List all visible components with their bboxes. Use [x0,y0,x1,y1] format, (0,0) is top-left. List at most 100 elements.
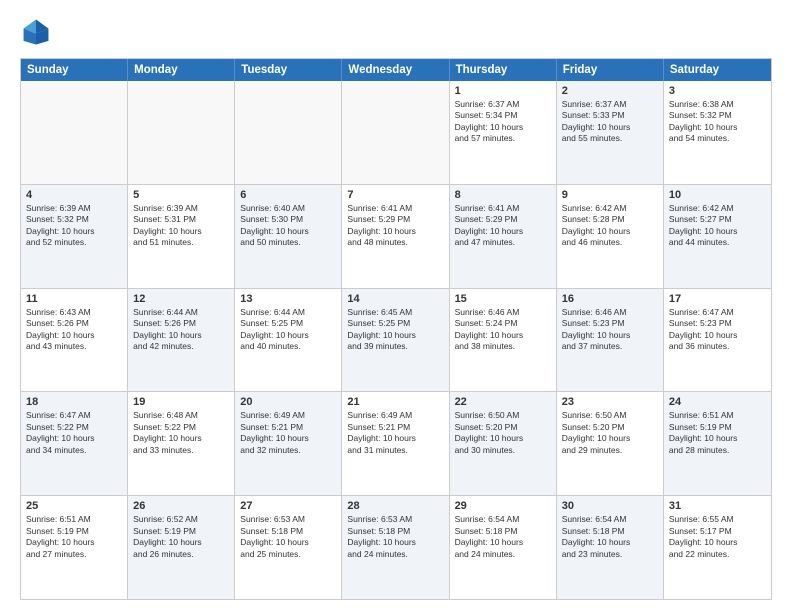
day-number: 18 [26,396,122,408]
day-number: 28 [347,500,443,512]
calendar-cell: 30Sunrise: 6:54 AM Sunset: 5:18 PM Dayli… [557,496,664,599]
day-number: 9 [562,189,658,201]
cell-info: Sunrise: 6:55 AM Sunset: 5:17 PM Dayligh… [669,514,766,560]
cell-info: Sunrise: 6:49 AM Sunset: 5:21 PM Dayligh… [240,410,336,456]
day-number: 19 [133,396,229,408]
header [20,16,772,48]
day-number: 27 [240,500,336,512]
day-number: 3 [669,85,766,97]
calendar-header-cell: Monday [128,59,235,81]
page: SundayMondayTuesdayWednesdayThursdayFrid… [0,0,792,612]
calendar-cell: 31 Sunrise: 6:55 AM Sunset: 5:17 PM Dayli… [664,496,771,599]
cell-info: Sunrise: 6:53 AM Sunset: 5:18 PM Dayligh… [347,514,443,560]
cell-info: Sunrise: 6:42 AM Sunset: 5:27 PM Dayligh… [669,203,766,249]
day-number: 31 [669,500,766,512]
calendar-cell: 15 Sunrise: 6:46 AM Sunset: 5:24 PM Dayli… [450,289,557,392]
calendar-header: SundayMondayTuesdayWednesdayThursdayFrid… [21,59,771,81]
day-number: 24 [669,396,766,408]
day-number: 14 [347,293,443,305]
cell-info: Sunrise: 6:38 AM Sunset: 5:32 PM Dayligh… [669,99,766,145]
cell-info: Sunrise: 6:37 AM Sunset: 5:34 PM Dayligh… [455,99,551,145]
cell-info: Sunrise: 6:48 AM Sunset: 5:22 PM Dayligh… [133,410,229,456]
cell-info: Sunrise: 6:52 AM Sunset: 5:19 PM Dayligh… [133,514,229,560]
day-number: 15 [455,293,551,305]
calendar-cell: 23Sunrise: 6:50 AM Sunset: 5:20 PM Dayli… [557,392,664,495]
cell-info: Sunrise: 6:47 AM Sunset: 5:23 PM Dayligh… [669,307,766,353]
calendar-cell: 3 Sunrise: 6:38 AM Sunset: 5:32 PM Daylig… [664,81,771,184]
calendar-cell: 25 Sunrise: 6:51 AM Sunset: 5:19 PM Dayli… [21,496,128,599]
cell-info: Sunrise: 6:44 AM Sunset: 5:25 PM Dayligh… [240,307,336,353]
day-number: 10 [669,189,766,201]
day-number: 20 [240,396,336,408]
calendar-header-cell: Saturday [664,59,771,81]
calendar-cell: 9 Sunrise: 6:42 AM Sunset: 5:28 PM Daylig… [557,185,664,288]
cell-info: Sunrise: 6:40 AM Sunset: 5:30 PM Dayligh… [240,203,336,249]
day-number: 8 [455,189,551,201]
calendar-cell: 21 Sunrise: 6:49 AM Sunset: 5:21 PM Dayli… [342,392,449,495]
cell-info: Sunrise: 6:47 AM Sunset: 5:22 PM Dayligh… [26,410,122,456]
cell-info: Sunrise: 6:54 AM Sunset: 5:18 PM Dayligh… [455,514,551,560]
day-number: 29 [455,500,551,512]
calendar-cell: 4 Sunrise: 6:39 AM Sunset: 5:32 PM Daylig… [21,185,128,288]
calendar-cell: 2Sunrise: 6:37 AM Sunset: 5:33 PM Daylig… [557,81,664,184]
calendar-cell [235,81,342,184]
day-number: 12 [133,293,229,305]
calendar-cell: 27 Sunrise: 6:53 AM Sunset: 5:18 PM Dayli… [235,496,342,599]
calendar-cell: 26Sunrise: 6:52 AM Sunset: 5:19 PM Dayli… [128,496,235,599]
calendar-cell: 12 Sunrise: 6:44 AM Sunset: 5:26 PM Dayli… [128,289,235,392]
day-number: 21 [347,396,443,408]
day-number: 1 [455,85,551,97]
calendar-cell: 10 Sunrise: 6:42 AM Sunset: 5:27 PM Dayli… [664,185,771,288]
cell-info: Sunrise: 6:53 AM Sunset: 5:18 PM Dayligh… [240,514,336,560]
cell-info: Sunrise: 6:44 AM Sunset: 5:26 PM Dayligh… [133,307,229,353]
calendar-cell: 28 Sunrise: 6:53 AM Sunset: 5:18 PM Dayli… [342,496,449,599]
cell-info: Sunrise: 6:42 AM Sunset: 5:28 PM Dayligh… [562,203,658,249]
cell-info: Sunrise: 6:51 AM Sunset: 5:19 PM Dayligh… [26,514,122,560]
cell-info: Sunrise: 6:50 AM Sunset: 5:20 PM Dayligh… [562,410,658,456]
calendar-cell: 24Sunrise: 6:51 AM Sunset: 5:19 PM Dayli… [664,392,771,495]
cell-info: Sunrise: 6:50 AM Sunset: 5:20 PM Dayligh… [455,410,551,456]
calendar-cell: 19 Sunrise: 6:48 AM Sunset: 5:22 PM Dayli… [128,392,235,495]
cell-info: Sunrise: 6:39 AM Sunset: 5:32 PM Dayligh… [26,203,122,249]
logo-icon [20,16,52,48]
calendar-cell [128,81,235,184]
day-number: 4 [26,189,122,201]
calendar-header-cell: Friday [557,59,664,81]
calendar-cell: 13Sunrise: 6:44 AM Sunset: 5:25 PM Dayli… [235,289,342,392]
calendar-week-row: 1 Sunrise: 6:37 AM Sunset: 5:34 PM Daylig… [21,81,771,185]
calendar-cell: 18 Sunrise: 6:47 AM Sunset: 5:22 PM Dayli… [21,392,128,495]
cell-info: Sunrise: 6:46 AM Sunset: 5:24 PM Dayligh… [455,307,551,353]
logo [20,16,56,48]
calendar-body: 1 Sunrise: 6:37 AM Sunset: 5:34 PM Daylig… [21,81,771,599]
day-number: 11 [26,293,122,305]
cell-info: Sunrise: 6:41 AM Sunset: 5:29 PM Dayligh… [455,203,551,249]
calendar-cell: 16Sunrise: 6:46 AM Sunset: 5:23 PM Dayli… [557,289,664,392]
calendar-week-row: 25 Sunrise: 6:51 AM Sunset: 5:19 PM Dayli… [21,496,771,599]
cell-info: Sunrise: 6:39 AM Sunset: 5:31 PM Dayligh… [133,203,229,249]
cell-info: Sunrise: 6:49 AM Sunset: 5:21 PM Dayligh… [347,410,443,456]
calendar-cell: 8 Sunrise: 6:41 AM Sunset: 5:29 PM Daylig… [450,185,557,288]
calendar-header-cell: Wednesday [342,59,449,81]
calendar-header-cell: Thursday [450,59,557,81]
day-number: 17 [669,293,766,305]
day-number: 22 [455,396,551,408]
day-number: 30 [562,500,658,512]
calendar-cell [342,81,449,184]
calendar-cell: 5 Sunrise: 6:39 AM Sunset: 5:31 PM Daylig… [128,185,235,288]
calendar-week-row: 11Sunrise: 6:43 AM Sunset: 5:26 PM Dayli… [21,289,771,393]
calendar-cell: 22 Sunrise: 6:50 AM Sunset: 5:20 PM Dayli… [450,392,557,495]
day-number: 6 [240,189,336,201]
calendar-cell: 6 Sunrise: 6:40 AM Sunset: 5:30 PM Daylig… [235,185,342,288]
calendar-cell: 20 Sunrise: 6:49 AM Sunset: 5:21 PM Dayli… [235,392,342,495]
day-number: 25 [26,500,122,512]
calendar-cell: 1 Sunrise: 6:37 AM Sunset: 5:34 PM Daylig… [450,81,557,184]
day-number: 7 [347,189,443,201]
cell-info: Sunrise: 6:45 AM Sunset: 5:25 PM Dayligh… [347,307,443,353]
calendar-cell: 11Sunrise: 6:43 AM Sunset: 5:26 PM Dayli… [21,289,128,392]
calendar-cell: 29 Sunrise: 6:54 AM Sunset: 5:18 PM Dayli… [450,496,557,599]
cell-info: Sunrise: 6:41 AM Sunset: 5:29 PM Dayligh… [347,203,443,249]
day-number: 2 [562,85,658,97]
calendar-header-cell: Tuesday [235,59,342,81]
calendar-week-row: 4 Sunrise: 6:39 AM Sunset: 5:32 PM Daylig… [21,185,771,289]
day-number: 5 [133,189,229,201]
